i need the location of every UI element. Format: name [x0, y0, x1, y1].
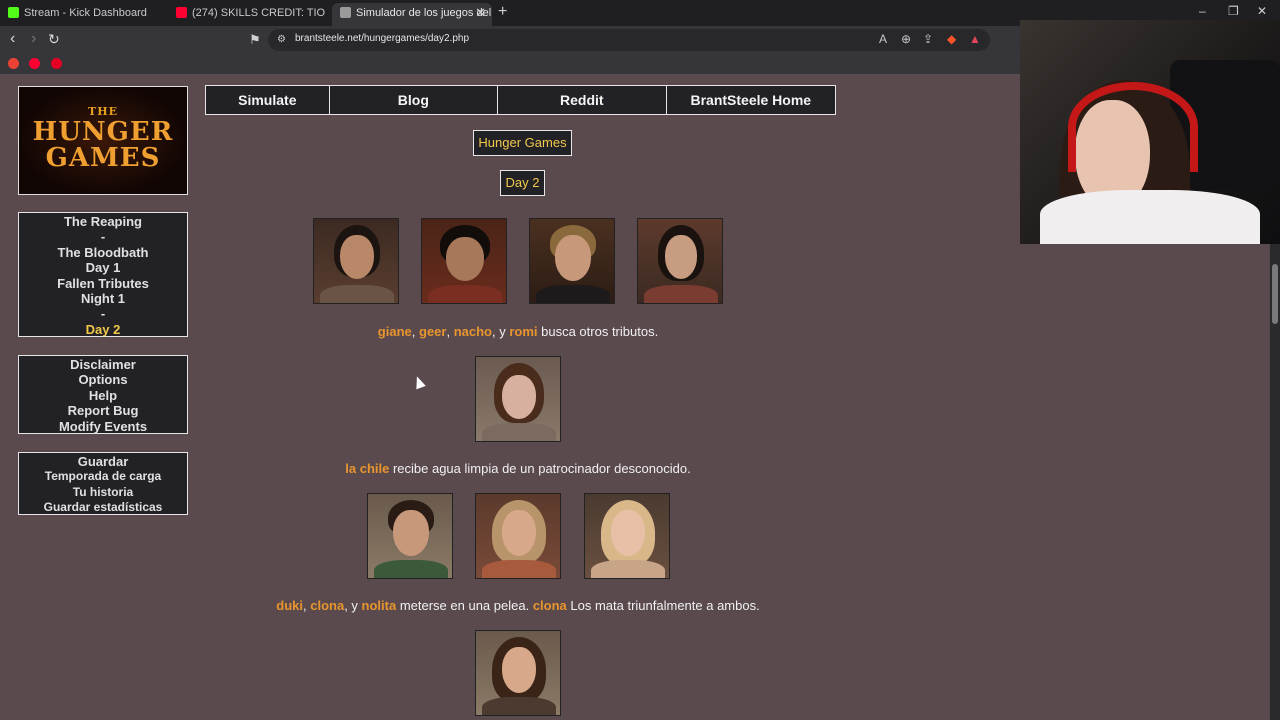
tribute-portrait-clona	[475, 493, 561, 579]
progress-separator: -	[100, 306, 106, 322]
tab-simulator[interactable]: Simulador de los juegos del ham ✕	[332, 3, 492, 26]
zoom-icon[interactable]: ⊕	[901, 32, 911, 46]
url-text[interactable]: brantsteele.net/hungergames/day2.php	[295, 33, 469, 44]
top-navigation: Simulate Blog Reddit BrantSteele Home	[205, 85, 836, 115]
gmail-icon[interactable]	[8, 58, 19, 69]
tribute-name: clona	[310, 598, 345, 613]
tribute-name: geer	[419, 324, 447, 339]
tribute-portrait-duki	[367, 493, 453, 579]
webcam-overlay	[1020, 20, 1280, 244]
menu-disclaimer[interactable]: Disclaimer	[19, 357, 187, 372]
bookmark-icon[interactable]: ⚑	[249, 32, 261, 48]
progress-item[interactable]: Day 1	[19, 260, 187, 275]
tab-youtube[interactable]: (274) SKILLS CREDIT: TIO PL vs FACU	[168, 3, 328, 26]
tribute-name: romi	[509, 324, 538, 339]
minimize-button[interactable]: –	[1199, 4, 1206, 18]
address-bar[interactable]: ⚙ brantsteele.net/hungergames/day2.php A…	[268, 29, 990, 51]
game-title: Hunger Games	[473, 130, 572, 156]
progress-separator: -	[100, 229, 106, 245]
nav-simulate[interactable]: Simulate	[206, 86, 330, 114]
scrollbar-thumb[interactable]	[1272, 264, 1278, 324]
maximize-button[interactable]: ❐	[1228, 4, 1239, 18]
menu-help[interactable]: Help	[19, 388, 187, 403]
info-menu-panel: Disclaimer Options Help Report Bug Modif…	[18, 355, 188, 434]
reload-icon[interactable]: ↻	[48, 31, 60, 48]
forward-icon[interactable]: ›	[31, 30, 36, 48]
page-scrollbar[interactable]	[1270, 244, 1280, 720]
nav-blog[interactable]: Blog	[330, 86, 499, 114]
menu-report-bug[interactable]: Report Bug	[19, 403, 187, 418]
your-history-button[interactable]: Tu historia	[19, 485, 187, 500]
event-text-1: giane, geer, nacho, y romi busca otros t…	[377, 324, 659, 339]
pinterest-icon[interactable]	[51, 58, 62, 69]
progress-item[interactable]: The Bloodbath	[19, 245, 187, 260]
nav-reddit[interactable]: Reddit	[498, 86, 667, 114]
event-text-2: la chile recibe agua limpia de un patroc…	[345, 461, 691, 476]
menu-options[interactable]: Options	[19, 372, 187, 387]
site-settings-icon[interactable]: ⚙	[277, 34, 286, 45]
save-panel: Guardar Temporada de carga Tu historia G…	[18, 452, 188, 515]
tribute-portrait-next	[475, 630, 561, 716]
tribute-portrait-romi	[637, 218, 723, 304]
tribute-name: nacho	[453, 324, 492, 339]
tab-kick[interactable]: Stream - Kick Dashboard	[0, 3, 168, 26]
back-icon[interactable]: ‹	[10, 30, 15, 48]
brave-shield-icon[interactable]: ◆	[947, 32, 956, 46]
progress-panel: The Reaping - The Bloodbath Day 1 Fallen…	[18, 212, 188, 337]
tribute-portrait-nolita	[584, 493, 670, 579]
close-window-button[interactable]: ✕	[1257, 4, 1267, 18]
tribute-name: giane	[377, 324, 412, 339]
progress-item[interactable]: Night 1	[19, 291, 187, 306]
tribute-portrait-giane	[313, 218, 399, 304]
youtube-bookmark-icon[interactable]	[29, 58, 40, 69]
progress-current-item[interactable]: Day 2	[19, 322, 187, 337]
tribute-name: clona	[532, 598, 567, 613]
day-title: Day 2	[500, 170, 545, 196]
share-icon[interactable]: ⇪	[923, 32, 933, 46]
youtube-icon	[176, 7, 187, 18]
save-stats-button[interactable]: Guardar estadísticas	[19, 500, 187, 515]
event-text-3: duki, clona, y nolita meterse en una pel…	[276, 598, 760, 613]
tribute-portrait-nacho	[529, 218, 615, 304]
kick-icon	[8, 7, 19, 18]
progress-item[interactable]: The Reaping	[19, 214, 187, 229]
rewards-icon[interactable]: ▲	[969, 32, 981, 46]
progress-item[interactable]: Fallen Tributes	[19, 276, 187, 291]
close-tab-icon[interactable]: ✕	[475, 3, 486, 23]
tribute-portrait-geer	[421, 218, 507, 304]
menu-modify-events[interactable]: Modify Events	[19, 419, 187, 434]
tribute-name: nolita	[361, 598, 397, 613]
tribute-name: la chile	[345, 461, 390, 476]
save-button[interactable]: Guardar	[19, 454, 187, 469]
hunger-games-logo[interactable]: THE HUNGER GAMES	[18, 86, 188, 195]
tribute-name: duki	[276, 598, 303, 613]
page-icon	[340, 7, 351, 18]
load-season-button[interactable]: Temporada de carga	[19, 469, 187, 484]
translate-icon[interactable]: A	[879, 32, 887, 46]
tribute-portrait-la-chile	[475, 356, 561, 442]
new-tab-button[interactable]: +	[498, 3, 507, 21]
nav-brantsteele-home[interactable]: BrantSteele Home	[667, 86, 835, 114]
